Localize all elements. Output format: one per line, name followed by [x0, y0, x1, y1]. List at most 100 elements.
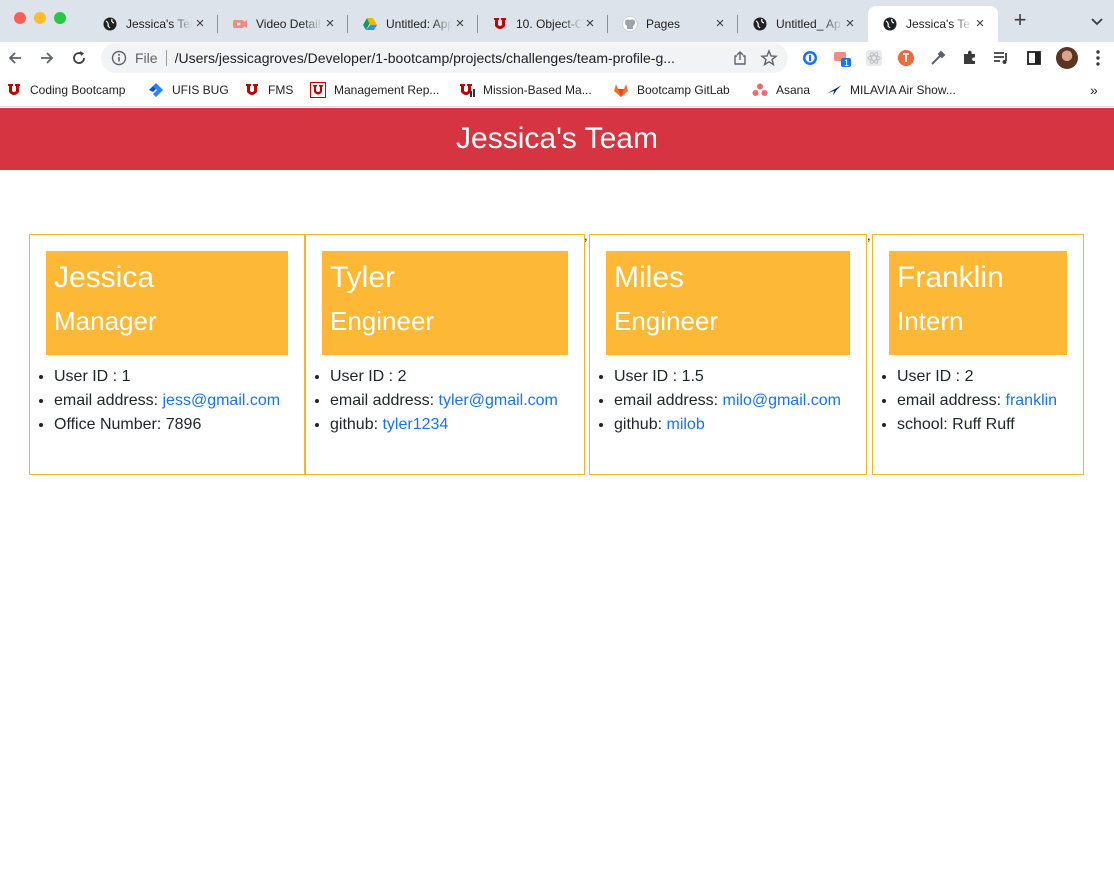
employee-role: Intern	[897, 306, 964, 336]
email-link[interactable]: tyler@gmail.com	[439, 392, 558, 409]
tab-close-icon[interactable]: ×	[712, 16, 728, 32]
extension-badge-count: 1	[844, 58, 850, 68]
window-close-button[interactable]	[14, 12, 26, 24]
bookmark-label: MILAVIA Air Show...	[850, 83, 956, 97]
bookmark-label: Mission-Based Ma...	[483, 83, 592, 97]
tab-close-icon[interactable]: ×	[322, 16, 338, 32]
tab-close-icon[interactable]: ×	[972, 16, 988, 32]
tab-untitled-apps-2[interactable]: Untitled_ Apps ×	[738, 6, 868, 42]
card-header: Jessica Manager	[46, 251, 288, 355]
utah-u-box-icon	[310, 82, 326, 98]
video-icon	[232, 16, 248, 32]
bookmark-label: Management Rep...	[334, 83, 440, 97]
tab-close-icon[interactable]: ×	[192, 16, 208, 32]
bookmark-bootcamp-gitlab[interactable]: Bootcamp GitLab	[613, 80, 730, 100]
profile-avatar[interactable]	[1056, 47, 1078, 69]
github-link[interactable]: milob	[666, 416, 704, 433]
detail-email: email address: tyler@gmail.com	[330, 389, 558, 413]
detail-school: school: Ruff Ruff	[897, 413, 1057, 437]
password-manager-icon[interactable]	[800, 48, 820, 68]
employee-role: Manager	[54, 306, 157, 336]
tab-title: Pages	[646, 17, 681, 31]
tab-title: Video Details	[256, 17, 322, 31]
employee-details: User ID : 2 email address: franklin scho…	[897, 365, 1057, 437]
back-arrow-icon	[8, 52, 21, 64]
globe-icon	[102, 16, 118, 32]
new-tab-button[interactable]: +	[1008, 9, 1032, 33]
info-icon[interactable]	[111, 50, 127, 66]
bookmarks-overflow-icon[interactable]: »	[1090, 80, 1098, 100]
globe-icon	[752, 16, 768, 32]
detail-office-number: Office Number: 7896	[54, 413, 280, 437]
tab-jessicas-team-active[interactable]: Jessica's Team ×	[868, 6, 998, 42]
back-button[interactable]	[3, 46, 27, 70]
github-icon	[622, 16, 638, 32]
tab-pages[interactable]: Pages ×	[608, 6, 738, 42]
bookmark-coding-bootcamp[interactable]: Coding Bootcamp	[6, 80, 125, 100]
detail-user-id: User ID : 2	[897, 365, 1057, 389]
card-header: Miles Engineer	[606, 251, 850, 355]
react-devtools-icon[interactable]	[864, 48, 884, 68]
employee-role: Engineer	[614, 306, 719, 336]
tab-title: Jessica's Team	[906, 17, 972, 31]
bookmark-fms[interactable]: FMS	[244, 80, 293, 100]
card-header: Franklin Intern	[889, 251, 1067, 355]
bookmark-ufis-bug[interactable]: UFIS BUG	[148, 80, 229, 100]
utah-u-icon	[244, 82, 260, 98]
bookmark-label: Bootcamp GitLab	[637, 83, 730, 97]
bookmark-label: FMS	[268, 83, 294, 97]
utah-u-icon	[492, 16, 508, 32]
eyedropper-icon[interactable]	[928, 48, 948, 68]
media-controls-icon[interactable]	[991, 48, 1011, 68]
utah-u-chart-icon	[459, 82, 475, 98]
email-link[interactable]: franklin	[1006, 392, 1058, 409]
url-text[interactable]: /Users/jessicagroves/Developer/1-bootcam…	[175, 50, 715, 66]
forward-arrow-icon	[41, 52, 54, 64]
stray-comma: ,	[867, 228, 871, 243]
employee-details: User ID : 2 email address: tyler@gmail.c…	[330, 365, 558, 437]
employee-name: Miles	[614, 261, 685, 294]
forward-button[interactable]	[35, 46, 59, 70]
github-link[interactable]: tyler1234	[382, 416, 448, 433]
chrome-menu-icon[interactable]	[1090, 48, 1106, 68]
tab-close-icon[interactable]: ×	[842, 16, 858, 32]
jira-icon	[148, 82, 164, 98]
window-minimize-button[interactable]	[34, 12, 46, 24]
url-divider	[165, 50, 167, 66]
tab-object-oriented[interactable]: 10. Object-Oriented ×	[478, 6, 608, 42]
employee-card-manager: Jessica Manager User ID : 1 email addres…	[29, 234, 305, 475]
page-title: Jessica's Team	[456, 122, 658, 155]
tab-untitled-apps[interactable]: Untitled: Apps ×	[348, 6, 478, 42]
extension-badge-icon[interactable]: 1	[832, 48, 852, 68]
url-scheme: File	[135, 50, 158, 66]
detail-user-id: User ID : 1	[54, 365, 280, 389]
reload-button[interactable]	[67, 46, 91, 70]
tab-jessicas-team-1[interactable]: Jessica's Team ×	[88, 6, 218, 42]
email-link[interactable]: jess@gmail.com	[163, 392, 281, 409]
email-link[interactable]: milo@gmail.com	[723, 392, 841, 409]
bookmark-management-rep[interactable]: Management Rep...	[310, 80, 439, 100]
bookmark-star-icon[interactable]	[760, 49, 778, 67]
address-bar[interactable]: File /Users/jessicagroves/Developer/1-bo…	[101, 43, 788, 73]
employee-card-engineer: Miles Engineer User ID : 1.5 email addre…	[589, 234, 867, 475]
employee-card-engineer: Tyler Engineer User ID : 2 email address…	[305, 234, 585, 475]
detail-email: email address: milo@gmail.com	[614, 389, 841, 413]
utah-u-icon	[6, 82, 22, 98]
employee-details: User ID : 1 email address: jess@gmail.co…	[54, 365, 280, 437]
bookmark-label: Coding Bootcamp	[30, 83, 126, 97]
bookmark-milavia[interactable]: MILAVIA Air Show...	[826, 80, 956, 100]
tab-video-details[interactable]: Video Details ×	[218, 6, 348, 42]
bookmark-label: UFIS BUG	[172, 83, 229, 97]
bookmark-mission-based[interactable]: Mission-Based Ma...	[459, 80, 592, 100]
toggl-icon[interactable]	[896, 48, 916, 68]
tab-search-chevron-icon[interactable]	[1088, 12, 1106, 30]
tab-close-icon[interactable]: ×	[452, 16, 468, 32]
bookmark-asana[interactable]: Asana	[752, 80, 810, 100]
tab-close-icon[interactable]: ×	[582, 16, 598, 32]
side-panel-icon[interactable]	[1024, 48, 1044, 68]
detail-email: email address: franklin	[897, 389, 1057, 413]
extensions-puzzle-icon[interactable]	[960, 48, 980, 68]
share-icon[interactable]	[732, 50, 748, 66]
employee-name: Jessica	[54, 261, 155, 294]
window-zoom-button[interactable]	[54, 12, 66, 24]
